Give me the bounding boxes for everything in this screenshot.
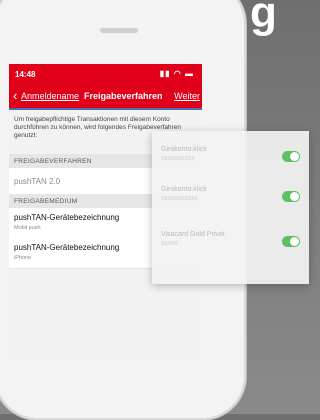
account-name: Visacard Gold Privat: [161, 231, 225, 238]
device-type: iPhone: [14, 255, 32, 261]
status-icons: ▮▮ ◠ ▬: [159, 69, 194, 78]
account-toggle[interactable]: [282, 191, 300, 202]
account-item: Visacard Gold Privat XXXXX: [152, 221, 309, 261]
back-link[interactable]: Anmeldename: [21, 91, 79, 101]
account-item: Girokonto.klick XXXXXXXXXXX: [152, 176, 309, 216]
section-label: FREIGABEVERFAHREN: [14, 158, 92, 165]
account-name: Girokonto.klick: [161, 146, 207, 153]
phone-speaker: [100, 28, 138, 33]
chevron-left-icon[interactable]: ‹: [13, 89, 17, 102]
navigation-bar: ‹ Anmeldename Freigabeverfahren Weiter: [9, 86, 202, 110]
device-type: Mobil push: [14, 225, 41, 231]
account-toggle[interactable]: [282, 151, 300, 162]
status-time: 14:48: [15, 70, 36, 79]
page-title: Freigabeverfahren: [84, 91, 163, 101]
verfahren-value: pushTAN 2.0: [14, 177, 61, 186]
account-number: XXXXXXXXXXX: [161, 196, 198, 202]
background-heading-fragment: g: [250, 0, 278, 37]
next-link[interactable]: Weiter: [174, 91, 200, 101]
device-name: pushTAN-Gerätebezeichnung: [14, 213, 120, 222]
account-toggle[interactable]: [282, 236, 300, 247]
account-item: Girokonto.klick XXXXXXXXXX: [152, 136, 309, 176]
status-bar: 14:48 ▮▮ ◠ ▬: [9, 64, 202, 86]
toggle-knob: [290, 237, 299, 246]
account-name: Girokonto.klick: [161, 186, 207, 193]
device-name: pushTAN-Gerätebezeichnung: [14, 243, 120, 252]
account-number: XXXXX: [161, 241, 178, 247]
account-list-overlay: Girokonto.klick XXXXXXXXXX Girokonto.kli…: [152, 131, 309, 284]
account-number: XXXXXXXXXX: [161, 156, 195, 162]
section-label: FREIGABEMEDIUM: [14, 198, 78, 205]
toggle-knob: [290, 192, 299, 201]
toggle-knob: [290, 152, 299, 161]
